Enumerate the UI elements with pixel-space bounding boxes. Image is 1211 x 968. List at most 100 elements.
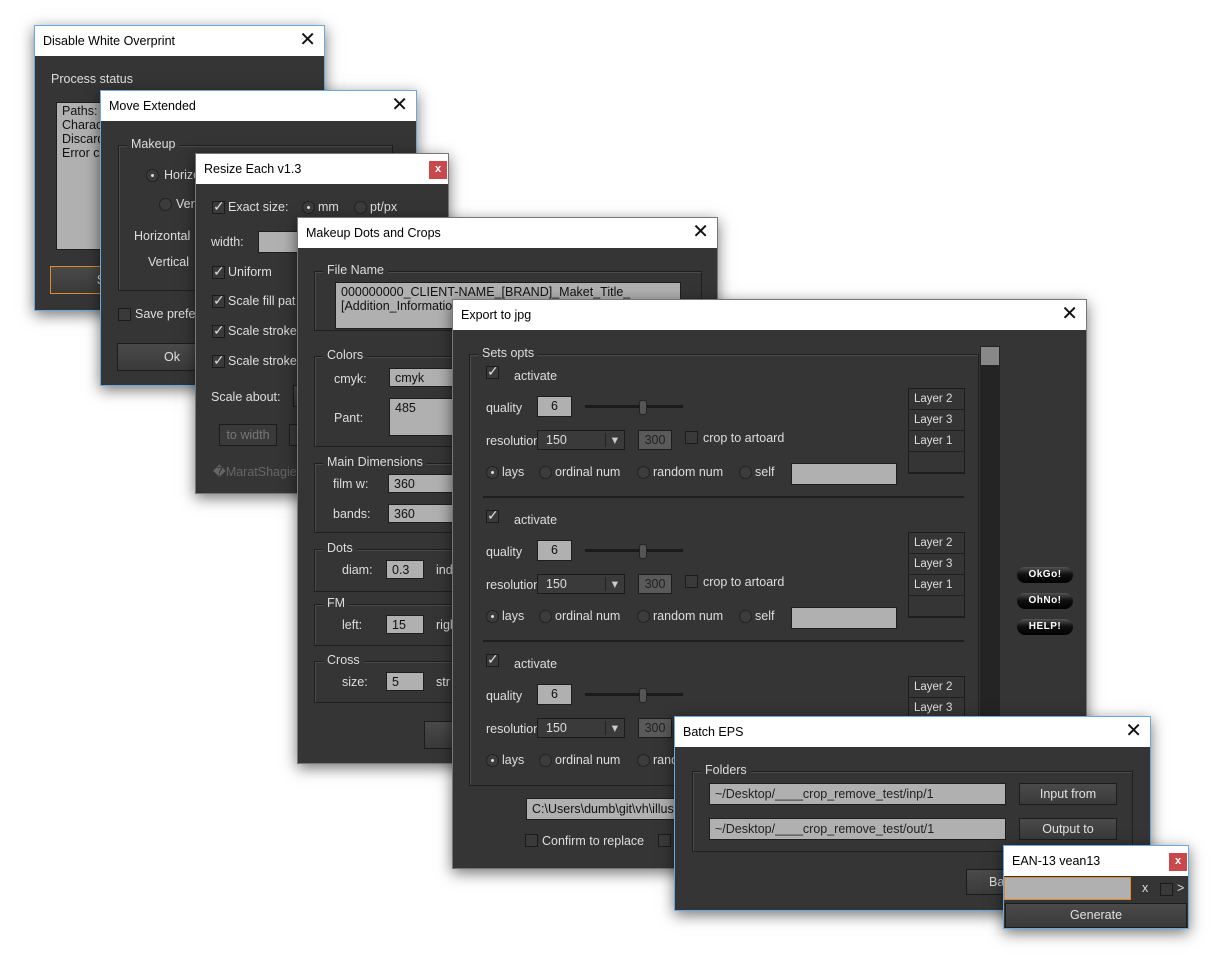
crop-to-artboard-checkbox[interactable] — [685, 575, 698, 588]
layer-item[interactable]: Layer 3 — [909, 410, 964, 431]
resolution-select[interactable]: 150 — [537, 718, 625, 738]
self-name-input[interactable] — [791, 607, 897, 629]
naming-radio[interactable] — [637, 610, 650, 623]
film-width-input[interactable]: 360 — [388, 474, 458, 493]
save-preferences-checkbox[interactable] — [118, 308, 131, 321]
naming-radio[interactable] — [539, 754, 552, 767]
mm-radio[interactable] — [302, 201, 315, 214]
scale-stroke-checkbox[interactable] — [212, 322, 225, 339]
bands-input[interactable]: 360 — [388, 504, 458, 523]
exact-size-label: Exact size: — [228, 200, 289, 214]
group-label: FM — [323, 596, 350, 610]
naming-radio[interactable] — [486, 466, 499, 479]
pant-label: Pant: — [334, 411, 364, 425]
crop-to-artboard-label: crop to artoard — [703, 431, 785, 445]
ptpx-radio[interactable] — [354, 201, 367, 214]
activate-label: activate — [514, 513, 558, 527]
naming-radio-label: random num — [653, 465, 724, 479]
naming-radio[interactable] — [486, 610, 499, 623]
layers-list[interactable]: Layer 2 Layer 3 Layer 1 — [908, 388, 965, 474]
layer-item[interactable]: Layer 2 — [909, 389, 964, 410]
scale-fill-checkbox[interactable] — [212, 292, 225, 309]
resolution-label: resolution — [486, 434, 541, 448]
output-to-button[interactable]: Output to — [1019, 818, 1117, 840]
naming-radio[interactable] — [739, 466, 752, 479]
layer-item[interactable]: Layer 2 — [909, 533, 964, 554]
close-icon[interactable]: ✕ — [692, 218, 709, 246]
option-checkbox[interactable] — [1160, 883, 1173, 896]
scale-stroke-2-label: Scale stroke — [228, 354, 297, 368]
confirm-replace-checkbox[interactable] — [525, 834, 538, 847]
input-from-button[interactable]: Input from — [1019, 783, 1117, 805]
layer-item[interactable]: Layer 3 — [909, 554, 964, 575]
input-folder-input[interactable]: ~/Desktop/____crop_remove_test/inp/1 — [709, 783, 1006, 805]
layer-item-empty[interactable] — [909, 596, 964, 617]
confirm-replace-label: Confirm to replace — [542, 834, 645, 848]
quality-slider[interactable] — [585, 688, 683, 703]
layers-list[interactable]: Layer 2 Layer 3 — [908, 676, 965, 720]
close-icon[interactable]: x — [429, 161, 447, 179]
layer-item-empty[interactable] — [909, 452, 964, 473]
ohno-button[interactable]: OhNo! — [1017, 593, 1073, 609]
exact-size-checkbox[interactable] — [212, 198, 225, 215]
ean13-window: EAN-13 vean13 x x > Generate — [1003, 845, 1189, 929]
close-icon[interactable]: ✕ — [1061, 300, 1078, 328]
resolution-max-input: 300 — [638, 718, 672, 738]
stroke-label: str — [436, 675, 450, 689]
self-name-input[interactable] — [791, 463, 897, 485]
help-button[interactable]: HELP! — [1017, 619, 1073, 635]
okgo-button[interactable]: OkGo! — [1017, 567, 1073, 583]
resolution-select[interactable]: 150 — [537, 574, 625, 594]
close-icon[interactable]: ✕ — [299, 26, 316, 54]
close-icon[interactable]: ✕ — [391, 91, 408, 119]
group-label: Main Dimensions — [323, 455, 427, 469]
save-preferences-label: Save prefe — [135, 307, 196, 321]
scale-stroke-2-checkbox[interactable] — [212, 352, 225, 369]
naming-radio[interactable] — [637, 754, 650, 767]
size-input[interactable]: 5 — [386, 672, 424, 691]
layer-item[interactable]: Layer 1 — [909, 575, 964, 596]
activate-checkbox[interactable] — [486, 363, 499, 380]
layers-list[interactable]: Layer 2 Layer 3 Layer 1 — [908, 532, 965, 618]
quality-input[interactable]: 6 — [537, 684, 572, 705]
uniform-checkbox[interactable] — [212, 263, 225, 280]
naming-radio[interactable] — [539, 610, 552, 623]
naming-radio[interactable] — [637, 466, 650, 479]
next-button[interactable]: > — [1177, 881, 1184, 895]
bands-label: bands: — [333, 507, 371, 521]
clear-button[interactable]: x — [1142, 881, 1148, 895]
diam-input[interactable]: 0.3 — [386, 560, 424, 579]
close-icon[interactable]: ✕ — [1125, 717, 1142, 745]
quality-slider[interactable] — [585, 544, 683, 559]
activate-checkbox[interactable] — [486, 507, 499, 524]
generate-button[interactable]: Generate — [1005, 903, 1187, 928]
resolution-max-input: 300 — [638, 574, 672, 594]
layer-item[interactable]: Layer 1 — [909, 431, 964, 452]
activate-checkbox[interactable] — [486, 651, 499, 668]
width-label: width: — [211, 235, 244, 249]
quality-input[interactable]: 6 — [537, 396, 572, 417]
horizontal-radio[interactable] — [146, 169, 159, 182]
close-icon[interactable]: x — [1169, 853, 1187, 871]
quality-slider[interactable] — [585, 400, 683, 415]
barcode-input[interactable] — [1004, 877, 1131, 900]
vertical-radio[interactable] — [159, 198, 172, 211]
title-bar: Move Extended ✕ — [101, 91, 416, 121]
window-title: Export to jpg — [461, 308, 532, 322]
layer-item[interactable]: Layer 2 — [909, 677, 964, 698]
naming-radio[interactable] — [539, 466, 552, 479]
quality-input[interactable]: 6 — [537, 540, 572, 561]
left-input[interactable]: 15 — [386, 615, 424, 634]
option-checkbox[interactable] — [658, 834, 671, 847]
resolution-select[interactable]: 150 — [537, 430, 625, 450]
to-width-button[interactable]: to width — [219, 424, 277, 446]
horizontal-label: Horizontal — [134, 229, 191, 243]
naming-radio-label: lays — [502, 753, 525, 767]
naming-radio[interactable] — [486, 754, 499, 767]
scrollbar-thumb[interactable] — [981, 347, 999, 365]
output-folder-input[interactable]: ~/Desktop/____crop_remove_test/out/1 — [709, 818, 1006, 840]
crop-to-artboard-checkbox[interactable] — [685, 431, 698, 444]
ptpx-label: pt/px — [370, 200, 398, 214]
window-title: Resize Each v1.3 — [204, 162, 302, 176]
naming-radio[interactable] — [739, 610, 752, 623]
